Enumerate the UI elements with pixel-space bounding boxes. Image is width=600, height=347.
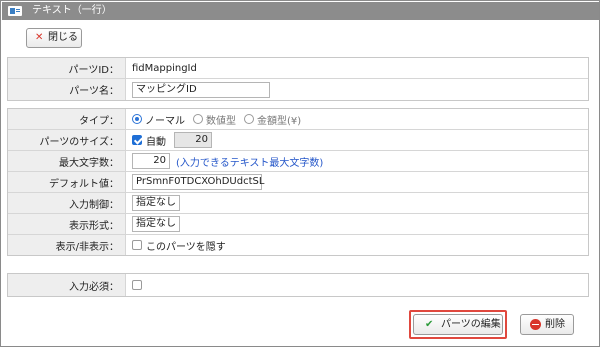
default-label: デフォルト値： <box>8 172 126 192</box>
hide-part-checkbox[interactable] <box>132 240 142 250</box>
input-ctrl-select[interactable]: 指定なし <box>132 195 180 211</box>
required-group: 入力必須： <box>7 273 589 297</box>
hide-part-label: このパーツを隠す <box>146 241 226 253</box>
maxlen-label: 最大文字数： <box>8 151 126 171</box>
edit-parts-label: パーツの編集 <box>441 319 501 330</box>
type-radio-numeric[interactable] <box>193 114 203 124</box>
display-fmt-label: 表示形式： <box>8 214 126 234</box>
x-icon: ✕ <box>35 32 44 43</box>
display-fmt-select[interactable]: 指定なし <box>132 216 180 232</box>
type-radio-currency[interactable] <box>244 114 254 124</box>
type-option-normal: ノーマル <box>145 115 185 127</box>
parts-name-field[interactable]: マッピングID <box>132 81 270 98</box>
close-button[interactable]: ✕ 閉じる <box>26 28 82 48</box>
type-row: タイプ： ノーマル 数値型 金額型(¥) <box>8 109 588 130</box>
size-auto-checkbox[interactable] <box>132 135 142 145</box>
default-value-field[interactable]: PrSmnF0TDCXOhDUdctSL <box>132 174 264 190</box>
default-row: デフォルト値： PrSmnF0TDCXOhDUdctSL <box>8 172 588 193</box>
delete-label: 削除 <box>545 319 565 330</box>
size-row: パーツのサイズ： 自動 20 <box>8 130 588 151</box>
parts-basic-group: パーツID： fidMappingId パーツ名： マッピングID <box>7 57 589 101</box>
input-ctrl-row: 入力制御： 指定なし <box>8 193 588 214</box>
close-button-label: 閉じる <box>48 32 78 43</box>
visibility-row: 表示/非表示： このパーツを隠す <box>8 235 588 255</box>
type-option-numeric: 数値型 <box>206 115 236 127</box>
parts-name-row: パーツ名： マッピングID <box>8 79 588 100</box>
type-label: タイプ： <box>8 109 126 129</box>
required-label: 入力必須： <box>8 274 126 296</box>
size-field[interactable]: 20 <box>174 132 212 148</box>
delete-button[interactable]: 削除 <box>520 314 574 335</box>
title-bar: テキスト（一行） <box>2 2 599 20</box>
size-label: パーツのサイズ： <box>8 130 126 150</box>
parts-id-row: パーツID： fidMappingId <box>8 58 588 79</box>
window-icon <box>8 6 22 16</box>
parts-id-label: パーツID： <box>8 58 126 78</box>
checkmark-icon: ✔ <box>425 319 434 330</box>
dialog-window: テキスト（一行） ✕ 閉じる パーツID： fidMappingId パーツ名：… <box>0 0 600 347</box>
parts-id-value: fidMappingId <box>132 62 197 74</box>
type-option-currency: 金額型(¥) <box>257 115 302 127</box>
maxlen-row: 最大文字数： 20 (入力できるテキスト最大文字数) <box>8 151 588 172</box>
parts-name-label: パーツ名： <box>8 79 126 100</box>
type-radio-normal[interactable] <box>132 114 142 124</box>
required-checkbox[interactable] <box>132 280 142 290</box>
input-ctrl-label: 入力制御： <box>8 193 126 213</box>
required-row: 入力必須： <box>8 274 588 296</box>
maxlen-field[interactable]: 20 <box>132 153 170 169</box>
window-title: テキスト（一行） <box>32 5 112 16</box>
parts-settings-group: タイプ： ノーマル 数値型 金額型(¥) パーツのサイズ： 自動 20 最大文字… <box>7 108 589 256</box>
maxlen-hint: (入力できるテキスト最大文字数) <box>176 157 324 169</box>
minus-circle-icon <box>530 319 541 330</box>
edit-parts-button[interactable]: ✔ パーツの編集 <box>413 314 503 335</box>
size-auto-label: 自動 <box>146 136 166 148</box>
visibility-label: 表示/非表示： <box>8 235 126 255</box>
display-fmt-row: 表示形式： 指定なし <box>8 214 588 235</box>
